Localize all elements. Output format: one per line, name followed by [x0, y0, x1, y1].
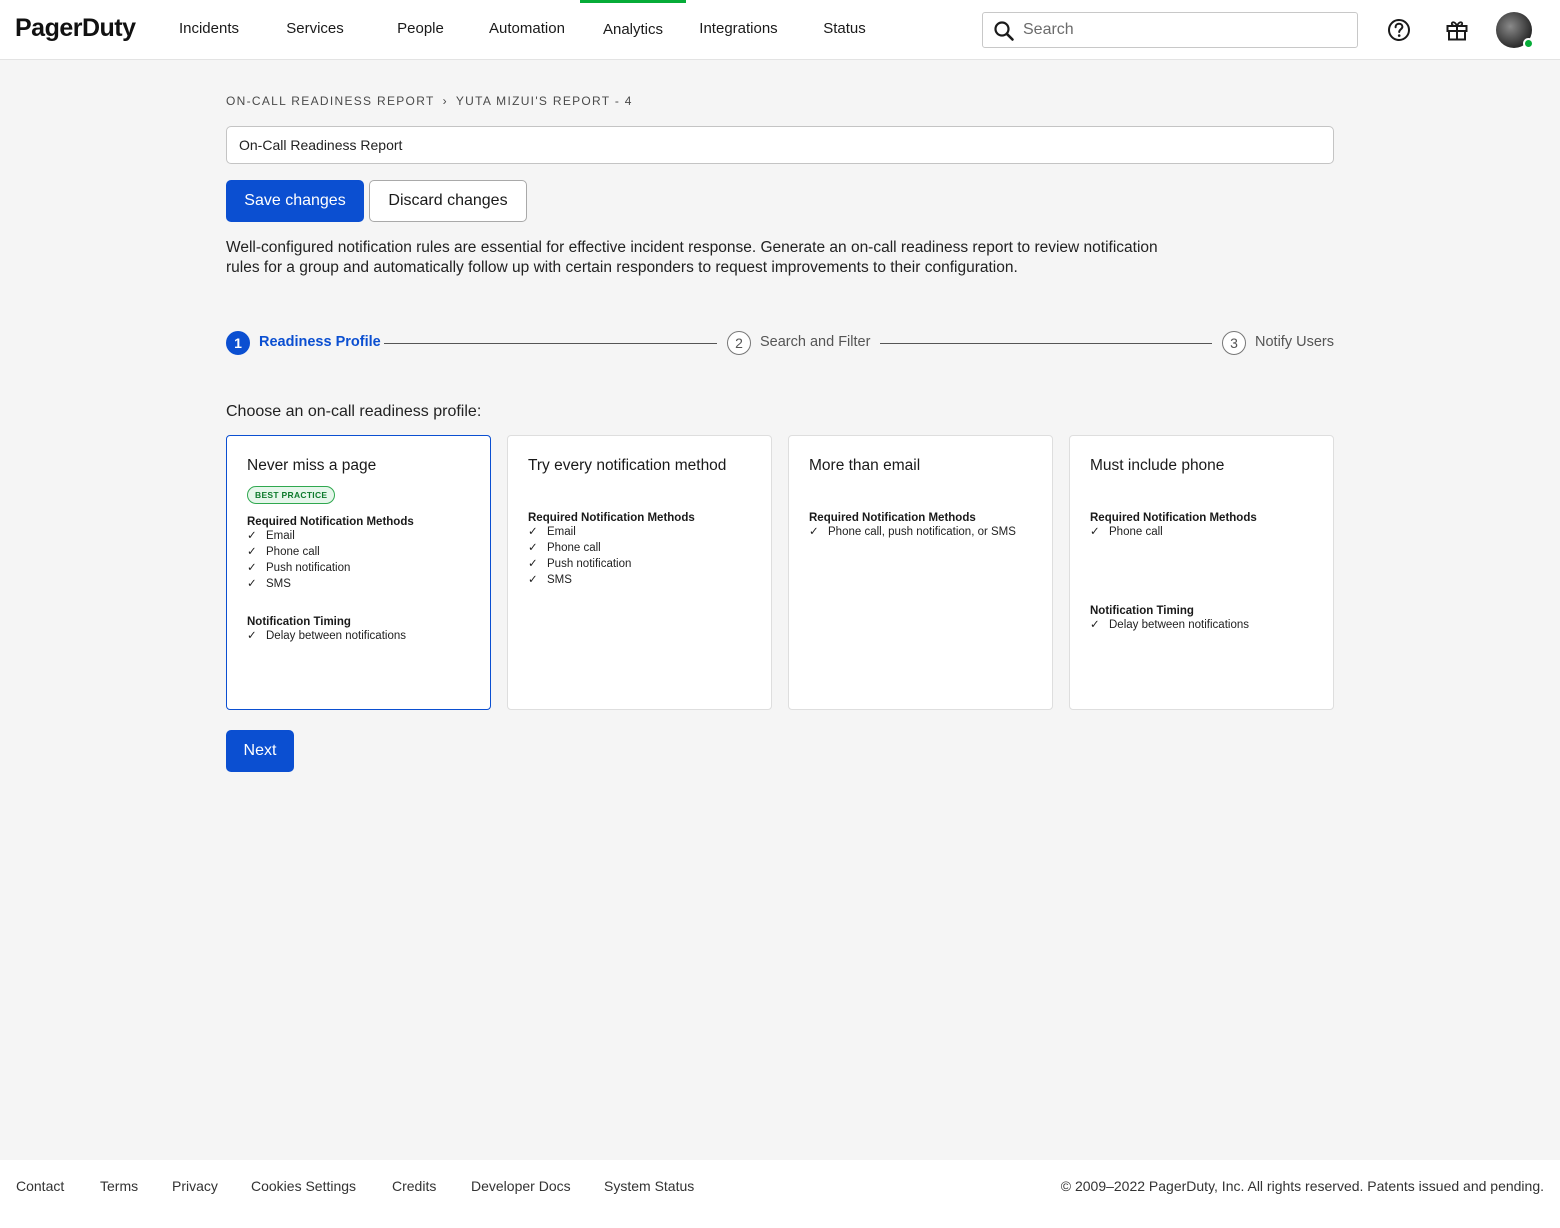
step-connector-2 [880, 343, 1212, 344]
method-item: ✓ Phone call [528, 542, 601, 554]
method-item: ✓ Push notification [247, 562, 351, 574]
discard-changes-button[interactable]: Discard changes [369, 180, 527, 222]
step-3-number: 3 [1222, 331, 1246, 355]
nav-integrations[interactable]: Integrations [690, 0, 787, 60]
checkmark-icon: ✓ [247, 578, 257, 590]
nav-analytics[interactable]: Analytics [580, 0, 686, 60]
step-2-label[interactable]: Search and Filter [760, 334, 870, 350]
step-1-number: 1 [226, 331, 250, 355]
step-3-label[interactable]: Notify Users [1255, 334, 1334, 350]
timing-item: ✓ Delay between notifications [247, 630, 406, 642]
profile-card-must-include-phone[interactable]: Must include phone Required Notification… [1069, 435, 1334, 710]
profile-title: Try every notification method [528, 457, 727, 474]
copyright-text: © 2009–2022 PagerDuty, Inc. All rights r… [1060, 1178, 1544, 1194]
pagerduty-logo[interactable]: PagerDuty [15, 14, 136, 43]
breadcrumb-report-list[interactable]: On-Call Readiness Report [226, 94, 435, 108]
nav-people[interactable]: People [382, 0, 459, 60]
method-item: ✓ Phone call, push notification, or SMS [809, 526, 1016, 538]
checkmark-icon: ✓ [247, 530, 257, 542]
checkmark-icon: ✓ [528, 574, 538, 586]
breadcrumb-current-report: Yuta Mizui's Report - 4 [455, 94, 633, 108]
timing-item: ✓ Delay between notifications [1090, 619, 1249, 631]
footer-link-developer-docs[interactable]: Developer Docs [471, 1178, 571, 1194]
methods-heading: Required Notification Methods [1090, 512, 1257, 524]
method-item: ✓ SMS [247, 578, 291, 590]
timing-heading: Notification Timing [247, 616, 351, 628]
checkmark-icon: ✓ [247, 630, 257, 642]
best-practice-badge: BEST PRACTICE [247, 486, 336, 504]
method-item: ✓ Email [247, 530, 295, 542]
footer-link-cookies-settings[interactable]: Cookies Settings [251, 1178, 356, 1194]
checkmark-icon: ✓ [1090, 526, 1100, 538]
report-name-input[interactable] [226, 126, 1334, 164]
checkmark-icon: ✓ [809, 526, 819, 538]
profile-card-try-every-method[interactable]: Try every notification method Required N… [507, 435, 772, 710]
profile-title: More than email [809, 457, 921, 474]
step-1-label[interactable]: Readiness Profile [259, 334, 381, 350]
methods-heading: Required Notification Methods [809, 512, 976, 524]
step-2-number: 2 [727, 331, 751, 355]
methods-heading: Required Notification Methods [528, 512, 695, 524]
method-item: ✓ Email [528, 526, 576, 538]
checkmark-icon: ✓ [247, 562, 257, 574]
gift-icon[interactable] [1444, 17, 1470, 43]
avatar[interactable] [1496, 12, 1534, 49]
checkmark-icon: ✓ [528, 542, 538, 554]
footer-link-terms[interactable]: Terms [100, 1178, 138, 1194]
top-navigation: PagerDuty Incidents Services People Auto… [0, 0, 1560, 60]
profile-prompt: Choose an on-call readiness profile: [226, 403, 482, 420]
footer: Contact Terms Privacy Cookies Settings C… [0, 1160, 1560, 1228]
checkmark-icon: ✓ [528, 558, 538, 570]
method-item: ✓ SMS [528, 574, 572, 586]
search-icon [994, 21, 1014, 41]
breadcrumb: On-Call Readiness Report › Yuta Mizui's Re… [226, 94, 633, 108]
nav-automation[interactable]: Automation [475, 0, 579, 60]
save-changes-button[interactable]: Save changes [226, 180, 364, 222]
page-description: Well-configured notification rules are e… [226, 239, 1158, 276]
method-item: ✓ Push notification [528, 558, 632, 570]
checkmark-icon: ✓ [247, 546, 257, 558]
search-box[interactable] [982, 12, 1358, 48]
method-item: ✓ Phone call [247, 546, 320, 558]
step-connector-1 [384, 343, 717, 344]
checkmark-icon: ✓ [1090, 619, 1100, 631]
nav-services[interactable]: Services [272, 0, 358, 60]
online-status-dot [1523, 38, 1534, 49]
profile-title: Never miss a page [247, 457, 377, 474]
nav-status[interactable]: Status [807, 0, 882, 60]
profile-card-more-than-email[interactable]: More than email Required Notification Me… [788, 435, 1053, 710]
timing-heading: Notification Timing [1090, 605, 1194, 617]
next-button[interactable]: Next [226, 730, 294, 772]
nav-incidents[interactable]: Incidents [165, 0, 253, 60]
search-input[interactable] [1023, 13, 1343, 47]
profile-title: Must include phone [1090, 457, 1225, 474]
footer-link-credits[interactable]: Credits [392, 1178, 436, 1194]
breadcrumb-separator: › [442, 94, 448, 108]
profile-card-never-miss-a-page[interactable]: Never miss a page BEST PRACTICE Required… [226, 435, 491, 710]
methods-heading: Required Notification Methods [247, 516, 414, 528]
footer-link-privacy[interactable]: Privacy [172, 1178, 218, 1194]
footer-link-contact[interactable]: Contact [16, 1178, 64, 1194]
footer-link-system-status[interactable]: System Status [604, 1178, 694, 1194]
help-icon[interactable] [1386, 17, 1412, 43]
checkmark-icon: ✓ [528, 526, 538, 538]
method-item: ✓ Phone call [1090, 526, 1163, 538]
